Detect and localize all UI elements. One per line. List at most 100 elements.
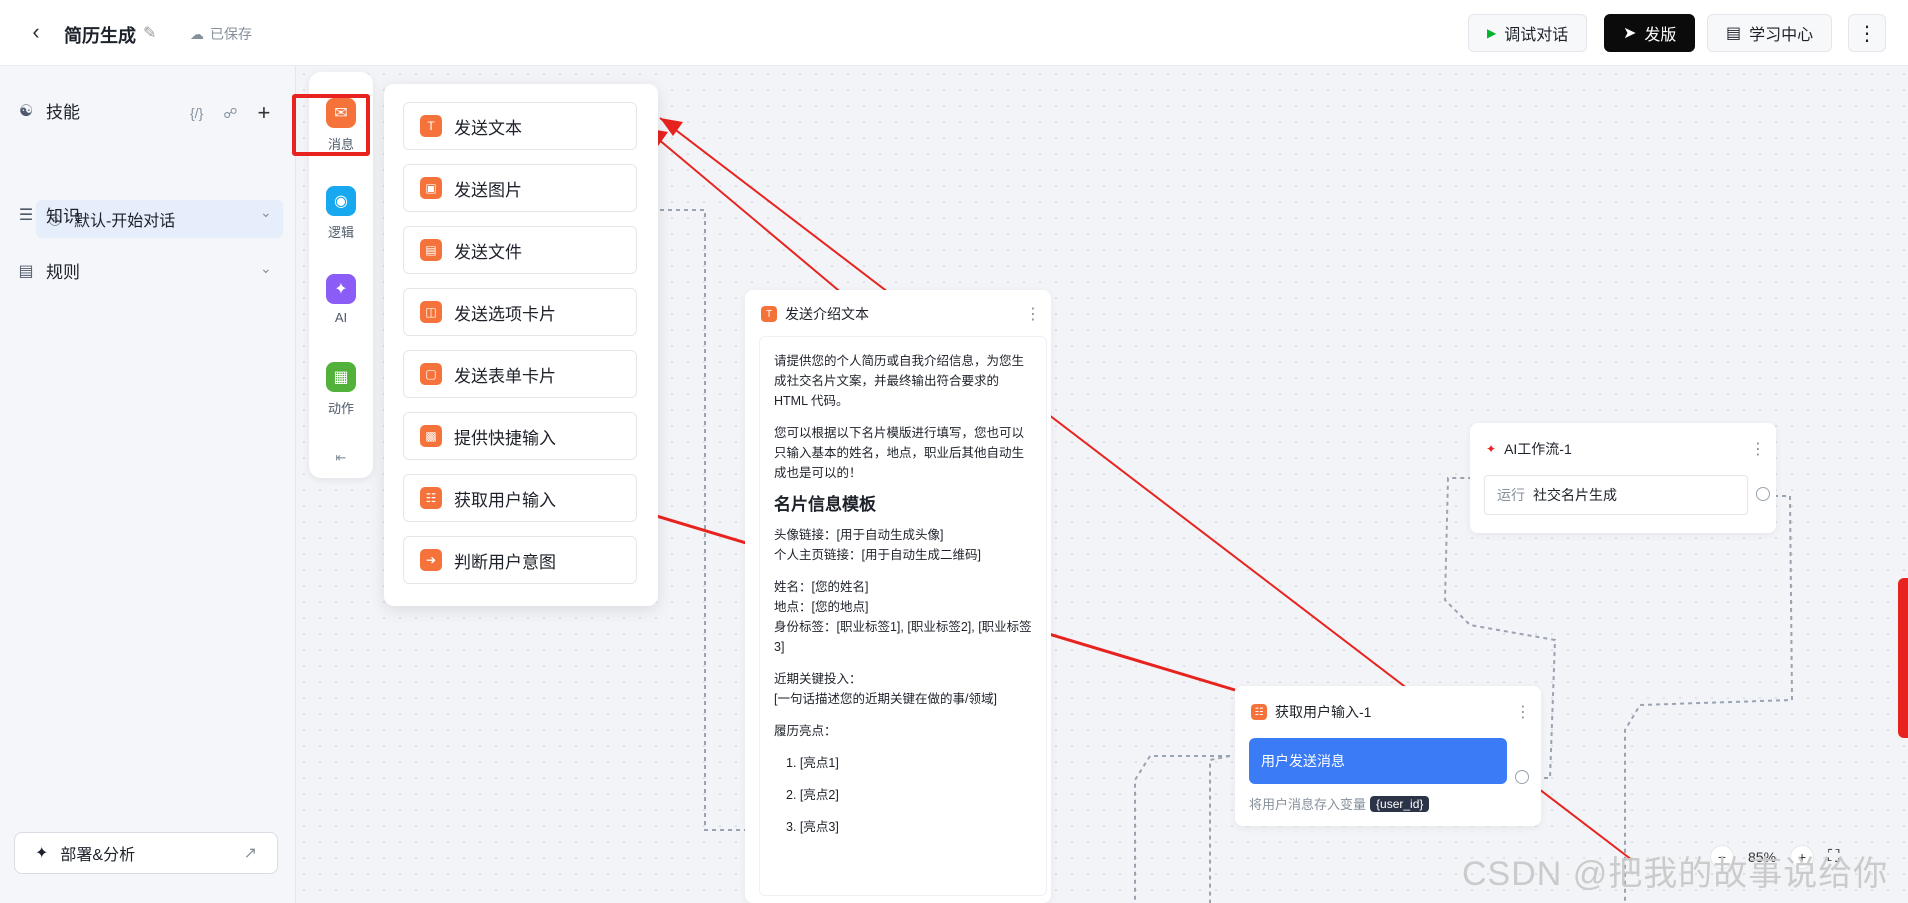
variable-tag[interactable]: {user_id} [1370, 795, 1430, 812]
wand-icon: ✦ [326, 274, 356, 304]
knowledge-section[interactable]: ☰ 知识 [16, 202, 80, 227]
grid-icon: ▦ [326, 362, 356, 392]
ai-node-header: ✦ AI工作流-1 ⋮ [1486, 439, 1766, 459]
branch-icon: ➔ [420, 549, 442, 571]
text-icon: T [761, 306, 777, 322]
save-status: ☁ 已保存 [190, 24, 252, 44]
palette-action-label: 动作 [327, 401, 354, 416]
intro-node-title: 发送介绍文本 [785, 306, 869, 322]
code-icon[interactable]: {/} [190, 105, 203, 121]
list-item: 2. [亮点2] [786, 788, 839, 802]
menu-send-file[interactable]: ▤ 发送文件 [403, 226, 637, 274]
bulb-icon: ◉ [326, 186, 356, 216]
intro-paragraph: 头像链接：[用于自动生成头像] 个人主页链接：[用于自动生成二维码] [774, 528, 981, 562]
more-icon[interactable]: ⋮ [1750, 439, 1766, 459]
send-icon: ➤ [1623, 25, 1637, 42]
intro-paragraph: 姓名：[您的姓名] 地点：[您的地点] 身份标签：[职业标签1], [职业标签2… [774, 580, 1032, 654]
more-icon[interactable]: ⋮ [1025, 304, 1041, 324]
layers-icon: ☰ [18, 206, 34, 224]
rules-section[interactable]: ▤ 规则 [16, 258, 80, 283]
side-tab[interactable] [1898, 578, 1908, 738]
cloud-icon: ☁ [190, 25, 204, 42]
deploy-button[interactable]: ✦ 部署&分析 ↗ [14, 832, 278, 874]
ai-node-title: AI工作流-1 [1504, 441, 1572, 457]
menu-item-label: 获取用户输入 [454, 490, 556, 510]
palette-logic[interactable]: ◉ 逻辑 [309, 186, 373, 241]
variable-hint-text: 将用户消息存入变量 [1249, 797, 1367, 812]
link-icon[interactable]: ☍ [223, 105, 237, 122]
run-prefix: 运行 [1497, 487, 1525, 503]
intro-paragraph: 履历亮点： [774, 724, 837, 738]
input-icon: ☷ [420, 487, 442, 509]
deploy-label: 部署&分析 [60, 847, 136, 864]
intro-text-node[interactable]: T 发送介绍文本 ⋮ 请提供您的个人简历或自我介绍信息，为您生成社交名片文案，并… [745, 290, 1051, 903]
menu-item-label: 发送图片 [454, 180, 522, 200]
intro-heading: 名片信息模板 [774, 495, 876, 514]
play-icon: ▶ [1487, 26, 1497, 40]
input-icon: ☷ [1251, 704, 1267, 720]
menu-item-label: 发送文本 [454, 118, 522, 138]
watermark: CSDN @把我的故事说给你 [1462, 855, 1889, 893]
skills-icon: ☯ [18, 102, 34, 120]
keyboard-icon: ▩ [420, 425, 442, 447]
palette-action[interactable]: ▦ 动作 [309, 362, 373, 417]
menu-send-image[interactable]: ▣ 发送图片 [403, 164, 637, 212]
publish-label: 发版 [1644, 27, 1677, 44]
intro-paragraph: 您可以根据以下名片模版进行填写，您也可以只输入基本的姓名，地点，职业后其他自动生… [774, 426, 1025, 480]
card-icon: ◫ [420, 301, 442, 323]
rules-label: 规则 [46, 263, 80, 282]
intro-paragraph: 请提供您的个人简历或自我介绍信息，为您生成社交名片文案，并最终输出符合要求的 H… [774, 354, 1025, 408]
book-icon: ▤ [1726, 25, 1742, 42]
learn-label: 学习中心 [1749, 27, 1814, 44]
text-icon: T [420, 115, 442, 137]
highlight-box [292, 94, 370, 156]
menu-send-option-card[interactable]: ◫ 发送选项卡片 [403, 288, 637, 336]
more-icon[interactable]: ⋮ [1515, 702, 1531, 722]
menu-quick-input[interactable]: ▩ 提供快捷输入 [403, 412, 637, 460]
chevron-down-icon[interactable]: ⌄ [260, 204, 272, 221]
back-icon[interactable]: ‹ [24, 19, 48, 44]
output-port[interactable] [1515, 770, 1529, 784]
menu-item-label: 发送文件 [454, 242, 522, 262]
menu-get-user-input[interactable]: ☷ 获取用户输入 [403, 474, 637, 522]
chevron-down-icon[interactable]: ⌄ [260, 260, 272, 277]
skills-label: 技能 [46, 103, 80, 122]
menu-judge-intent[interactable]: ➔ 判断用户意图 [403, 536, 637, 584]
save-status-text: 已保存 [210, 26, 252, 42]
user-send-message-button[interactable]: 用户发送消息 [1249, 738, 1507, 784]
get-user-input-node[interactable]: ☷ 获取用户输入-1 ⋮ 用户发送消息 将用户消息存入变量 {user_id} [1235, 686, 1541, 826]
run-target: 社交名片生成 [1533, 487, 1617, 503]
file-icon: ▤ [420, 239, 442, 261]
intro-paragraph: 近期关键投入： [一句话描述您的近期关键在做的事/领域] [774, 672, 997, 706]
ai-spark-icon: ✦ [1486, 442, 1497, 456]
image-icon: ▣ [420, 177, 442, 199]
arrow-up-right-icon: ↗ [243, 845, 257, 862]
magic-wand-icon: ✦ [35, 845, 49, 862]
collapse-icon[interactable]: ⇤ [309, 450, 373, 466]
page-title: 简历生成 [64, 26, 136, 46]
ai-run-row[interactable]: 运行 社交名片生成 [1484, 475, 1748, 515]
learn-center-button[interactable]: ▤ 学习中心 [1707, 14, 1833, 52]
debug-label: 调试对话 [1504, 27, 1569, 44]
skill-item-label: 默认-开始对话 [73, 213, 176, 230]
more-icon[interactable]: ⋮ [1848, 14, 1886, 52]
intro-node-body: 请提供您的个人简历或自我介绍信息，为您生成社交名片文案，并最终输出符合要求的 H… [759, 336, 1047, 896]
debug-button[interactable]: ▶ 调试对话 [1468, 14, 1588, 52]
skills-section[interactable]: ☯ 技能 [16, 98, 80, 123]
menu-send-form-card[interactable]: ▢ 发送表单卡片 [403, 350, 637, 398]
add-icon[interactable]: + [257, 100, 270, 126]
output-port[interactable] [1756, 487, 1770, 501]
sidebar: ☯ 技能 {/} ☍ + ◎ 默认-开始对话 ☰ 知识 ⌄ ▤ 规则 ⌄ ✦ 部署&分析 ↗ [0, 66, 296, 903]
ai-workflow-node[interactable]: ✦ AI工作流-1 ⋮ 运行 社交名片生成 [1470, 423, 1776, 533]
list-item: 3. [亮点3] [786, 820, 839, 834]
publish-button[interactable]: ➤ 发版 [1604, 14, 1696, 52]
menu-item-label: 提供快捷输入 [454, 428, 556, 448]
edit-icon[interactable]: ✎ [143, 23, 156, 43]
input-node-title: 获取用户输入-1 [1275, 704, 1372, 720]
knowledge-label: 知识 [46, 207, 80, 226]
intro-node-header: T 发送介绍文本 ⋮ [761, 304, 1041, 324]
menu-send-text[interactable]: T 发送文本 [403, 102, 637, 150]
doc-icon: ▤ [18, 262, 34, 280]
palette-ai[interactable]: ✦ AI [309, 274, 373, 325]
skills-tools: {/} ☍ + [190, 100, 270, 126]
